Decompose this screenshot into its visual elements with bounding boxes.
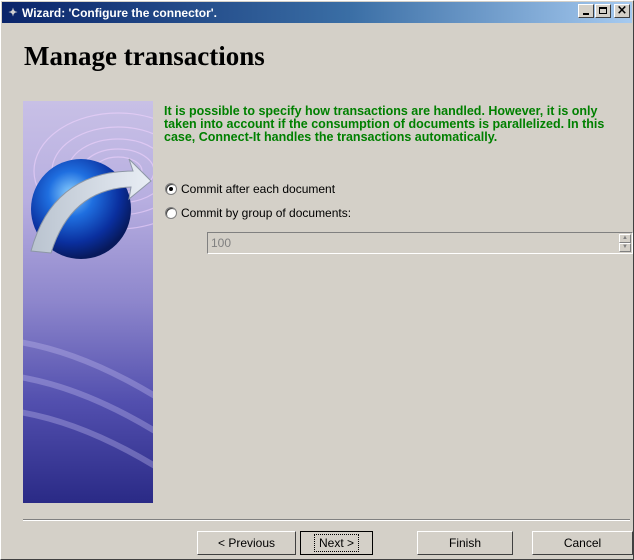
separator-line-highlight	[23, 520, 630, 521]
wizard-side-image	[23, 101, 153, 503]
minimize-button[interactable]	[578, 4, 594, 18]
option-commit-each[interactable]: Commit after each document	[165, 182, 335, 196]
radio-commit-each[interactable]	[165, 183, 177, 195]
window-title: Wizard: 'Configure the connector'.	[22, 5, 217, 20]
description-text: It is possible to specify how transactio…	[164, 104, 605, 144]
spin-up-button[interactable]: ▲	[619, 234, 631, 243]
globe-arrow-illustration	[23, 112, 153, 469]
spin-down-button[interactable]: ▼	[619, 243, 631, 252]
maximize-button[interactable]	[595, 4, 611, 18]
radio-commit-group[interactable]	[165, 207, 177, 219]
cancel-button[interactable]: Cancel	[532, 531, 633, 555]
page-title: Manage transactions	[24, 41, 265, 71]
group-size-spinner: ▲ ▼	[619, 234, 631, 252]
next-button-label: Next >	[313, 534, 359, 552]
maximize-icon	[599, 7, 607, 14]
group-size-field[interactable]: 100 ▲ ▼	[207, 232, 633, 254]
close-icon: ×	[616, 3, 628, 18]
group-size-value: 100	[211, 236, 232, 250]
finish-button[interactable]: Finish	[417, 531, 513, 555]
cancel-button-label: Cancel	[563, 536, 602, 550]
minimize-icon	[583, 13, 589, 15]
title-bar[interactable]: ✦ Wizard: 'Configure the connector'. ×	[2, 2, 632, 23]
option-commit-group-label: Commit by group of documents:	[181, 206, 352, 220]
wizard-window: ✦ Wizard: 'Configure the connector'. × M…	[0, 0, 634, 560]
previous-button-label: < Previous	[217, 536, 276, 550]
previous-button[interactable]: < Previous	[197, 531, 296, 555]
wizard-wand-icon: ✦	[8, 7, 18, 19]
window-controls: ×	[577, 3, 630, 18]
finish-button-label: Finish	[448, 536, 481, 550]
next-button[interactable]: Next >	[300, 531, 373, 555]
option-commit-each-label: Commit after each document	[181, 182, 336, 196]
option-commit-group[interactable]: Commit by group of documents:	[165, 206, 351, 220]
header-panel: Manage transactions	[2, 23, 632, 93]
close-button[interactable]: ×	[614, 3, 630, 18]
